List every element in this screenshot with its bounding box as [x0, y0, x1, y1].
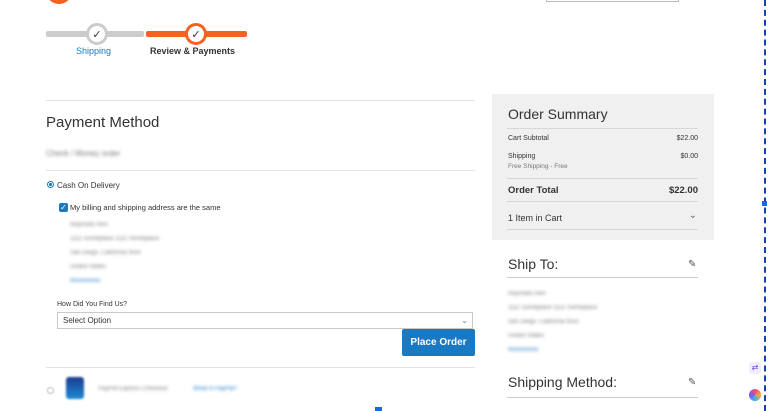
paypal-radio[interactable] [47, 387, 54, 394]
billing-address-line: United States [70, 264, 107, 270]
header-search-input[interactable] [546, 0, 679, 2]
order-total-value: $22.00 [668, 185, 698, 196]
chevron-down-icon[interactable]: ⌄ [689, 210, 697, 221]
same-address-checkbox[interactable]: ✓ [59, 203, 68, 212]
billing-address-line: 1111 Someplace 1111 Someplace [70, 236, 160, 242]
paypal-logo-icon [66, 377, 84, 399]
translate-icon[interactable]: ⇄ [749, 362, 761, 374]
paypal-info-link[interactable]: What is PayPal? [193, 386, 237, 392]
order-summary-title: Order Summary [508, 106, 608, 122]
place-order-button[interactable]: Place Order [402, 329, 475, 356]
shipping-method-sub: Free Shipping - Free [508, 163, 568, 170]
step-review-label: Review & Payments [150, 46, 236, 56]
find-us-label: How Did You Find Us? [57, 301, 128, 308]
shipping-label: Shipping [508, 153, 536, 160]
paypal-label[interactable]: PayPal Express Checkout [98, 386, 167, 392]
find-us-select-value: Select Option [63, 316, 112, 325]
logo-icon [46, 0, 72, 4]
ship-to-title: Ship To: [508, 256, 559, 272]
ship-to-address-line: United States [508, 333, 545, 339]
divider [507, 178, 698, 179]
edit-pencil-icon[interactable]: ✎ [688, 377, 696, 388]
cod-radio[interactable] [47, 181, 54, 188]
divider [507, 201, 698, 202]
order-total-label: Order Total [508, 185, 559, 196]
cart-subtotal-value: $22.00 [676, 135, 698, 142]
divider [507, 229, 698, 230]
divider [46, 100, 475, 101]
step-review-check-icon: ✓ [185, 23, 207, 45]
ship-to-address-line: Reynolds Ren [508, 291, 546, 297]
divider [507, 128, 698, 129]
ship-to-address-line: San Diego, California 9xxx [508, 319, 579, 325]
edit-pencil-icon[interactable]: ✎ [688, 259, 696, 270]
shipping-value: $0.00 [680, 153, 698, 160]
blue-marker [375, 407, 382, 411]
brain-icon[interactable] [749, 389, 761, 401]
ship-to-phone: 9xxxxxxxxx [508, 347, 539, 353]
payment-method-title: Payment Method [46, 114, 160, 131]
step-shipping-label[interactable]: Shipping [76, 46, 111, 56]
find-us-select[interactable]: Select Option ⌄ [57, 312, 473, 329]
billing-address-phone: 9xxxxxxxxx [70, 278, 101, 284]
divider [46, 170, 475, 171]
blurred-payment-option[interactable]: Check / Money order [46, 149, 120, 158]
billing-address-line: Reynolds Ren [70, 222, 108, 228]
items-in-cart-toggle[interactable]: 1 Item in Cart [508, 213, 562, 223]
cart-subtotal-label: Cart Subtotal [508, 135, 549, 142]
divider [507, 277, 698, 278]
shipping-method-title: Shipping Method: [508, 374, 617, 390]
same-address-label[interactable]: My billing and shipping address are the … [70, 203, 221, 212]
step-shipping-check-icon: ✓ [86, 23, 108, 45]
cod-label[interactable]: Cash On Delivery [57, 181, 120, 190]
billing-address-line: San Diego, California 9xxx [70, 250, 141, 256]
blue-marker [762, 201, 767, 206]
ship-to-address-line: 1111 Someplace 1111 Someplace [508, 305, 598, 311]
chevron-down-icon: ⌄ [461, 316, 468, 325]
order-summary-panel: Order Summary Cart Subtotal $22.00 Shipp… [492, 94, 714, 240]
divider [46, 367, 475, 368]
divider [507, 397, 698, 398]
